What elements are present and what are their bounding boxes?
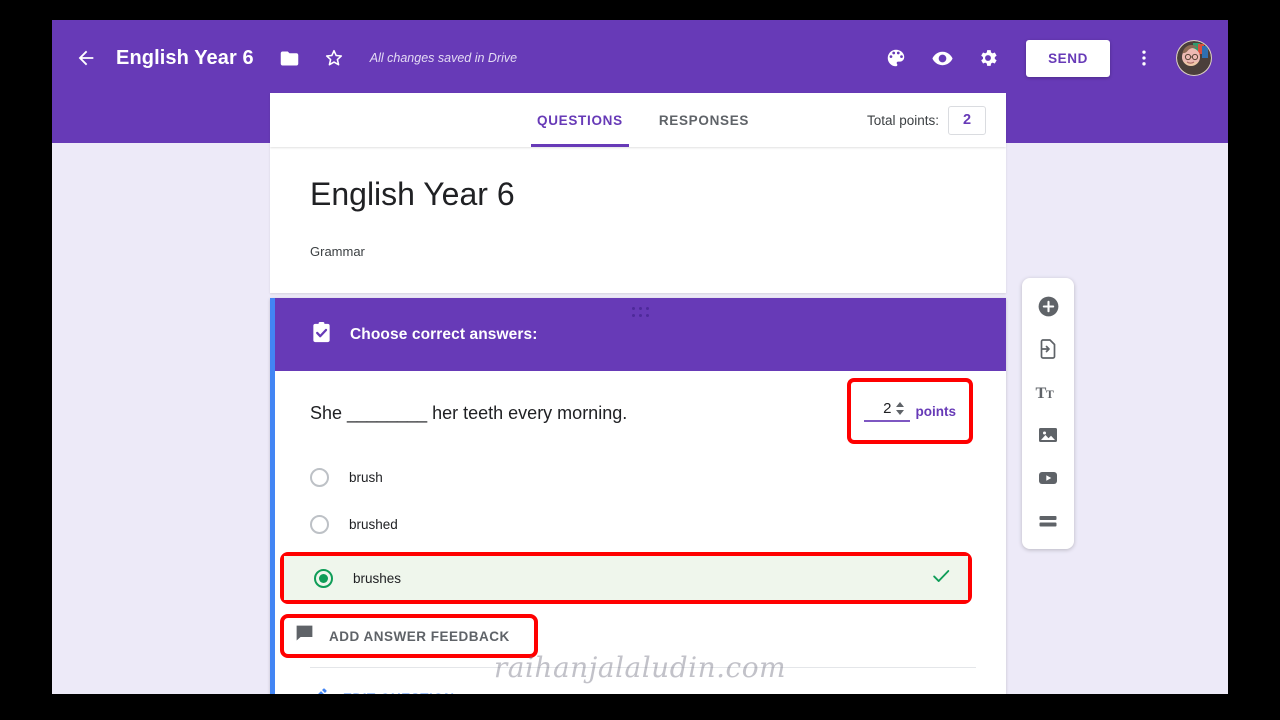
question-card: Choose correct answers: She ________ her… (270, 298, 1006, 694)
form-title[interactable]: English Year 6 (310, 175, 966, 213)
eye-icon[interactable] (920, 36, 964, 80)
form-description[interactable]: Grammar (310, 244, 966, 259)
section-icon[interactable] (1026, 502, 1070, 540)
radio-icon[interactable] (310, 515, 329, 535)
send-button[interactable]: SEND (1026, 39, 1110, 77)
option-label: brush (349, 470, 383, 486)
total-points-label: Total points: (866, 112, 939, 128)
svg-text:T: T (1046, 387, 1054, 401)
drag-handle-icon[interactable] (631, 307, 650, 318)
more-vert-icon[interactable] (1122, 36, 1166, 80)
image-icon[interactable] (1026, 416, 1070, 454)
question-section-title: Choose correct answers: (350, 325, 538, 343)
folder-icon[interactable] (268, 36, 312, 80)
tab-responses[interactable]: RESPONSES (641, 93, 767, 147)
top-bar-right-group: SEND (874, 20, 1212, 96)
points-annotation-box: 2 points (846, 378, 973, 445)
edit-question-button[interactable]: EDIT QUESTION (275, 668, 1006, 694)
option-label: brushes (353, 570, 402, 586)
option-row[interactable]: brush (275, 454, 986, 501)
save-status-text: All changes saved in Drive (369, 51, 518, 65)
star-icon[interactable] (312, 36, 356, 80)
points-label: points (915, 403, 957, 419)
add-item-toolbar: TT (1022, 278, 1074, 549)
gear-icon[interactable] (966, 36, 1010, 80)
title-text-icon[interactable]: TT (1026, 373, 1070, 411)
points-control: 2 points (863, 400, 957, 423)
palette-icon[interactable] (874, 36, 918, 80)
total-points: Total points: 2 (867, 93, 986, 147)
add-answer-feedback-label: ADD ANSWER FEEDBACK (329, 628, 510, 644)
tab-group: QUESTIONS RESPONSES (519, 93, 767, 147)
question-text[interactable]: She ________ her teeth every morning. (310, 395, 847, 425)
screen: English Year 6 All changes saved in Driv… (0, 0, 1280, 720)
spinner-up-icon[interactable] (895, 402, 904, 408)
question-body: She ________ her teeth every morning. 2 (275, 371, 1006, 694)
plus-circle-icon[interactable] (1026, 287, 1070, 325)
import-file-icon[interactable] (1026, 330, 1070, 368)
form-header-card: English Year 6 Grammar (270, 147, 1006, 294)
radio-selected-icon[interactable] (314, 568, 333, 588)
clipboard-check-icon (310, 321, 333, 349)
question-top-row: She ________ her teeth every morning. 2 (275, 378, 1006, 445)
correct-option-annotation-box: brushes (280, 552, 972, 605)
video-icon[interactable] (1026, 459, 1070, 497)
form-title-topbar[interactable]: English Year 6 (116, 47, 254, 70)
answer-feedback-annotation-box: ADD ANSWER FEEDBACK (280, 614, 538, 659)
tab-bar: QUESTIONS RESPONSES Total points: 2 (270, 93, 1006, 147)
answer-options: brush brushed brushes ADD ANSWER FEEDBAC… (275, 454, 1006, 659)
radio-icon[interactable] (310, 468, 329, 488)
top-bar-left-group: English Year 6 All changes saved in Driv… (64, 20, 517, 96)
avatar[interactable] (1176, 40, 1212, 76)
option-row-correct[interactable]: brushes (284, 556, 968, 601)
option-label: brushed (349, 517, 398, 533)
points-value: 2 (883, 400, 892, 418)
form-document: QUESTIONS RESPONSES Total points: 2 Engl… (270, 93, 1006, 694)
pencil-icon (310, 686, 329, 694)
add-answer-feedback-button[interactable]: ADD ANSWER FEEDBACK (294, 623, 510, 649)
total-points-value[interactable]: 2 (948, 105, 986, 135)
edit-question-label: EDIT QUESTION (343, 691, 455, 694)
spinner-down-icon[interactable] (895, 410, 904, 416)
tab-questions[interactable]: QUESTIONS (519, 93, 641, 147)
check-icon (930, 565, 952, 591)
google-forms-app: English Year 6 All changes saved in Driv… (52, 20, 1228, 694)
points-input[interactable]: 2 (863, 400, 910, 423)
question-section-header: Choose correct answers: (275, 298, 1006, 372)
back-arrow-icon[interactable] (64, 36, 108, 80)
option-row[interactable]: brushed (275, 501, 986, 548)
comment-icon (294, 623, 315, 649)
points-stepper[interactable] (895, 402, 904, 416)
